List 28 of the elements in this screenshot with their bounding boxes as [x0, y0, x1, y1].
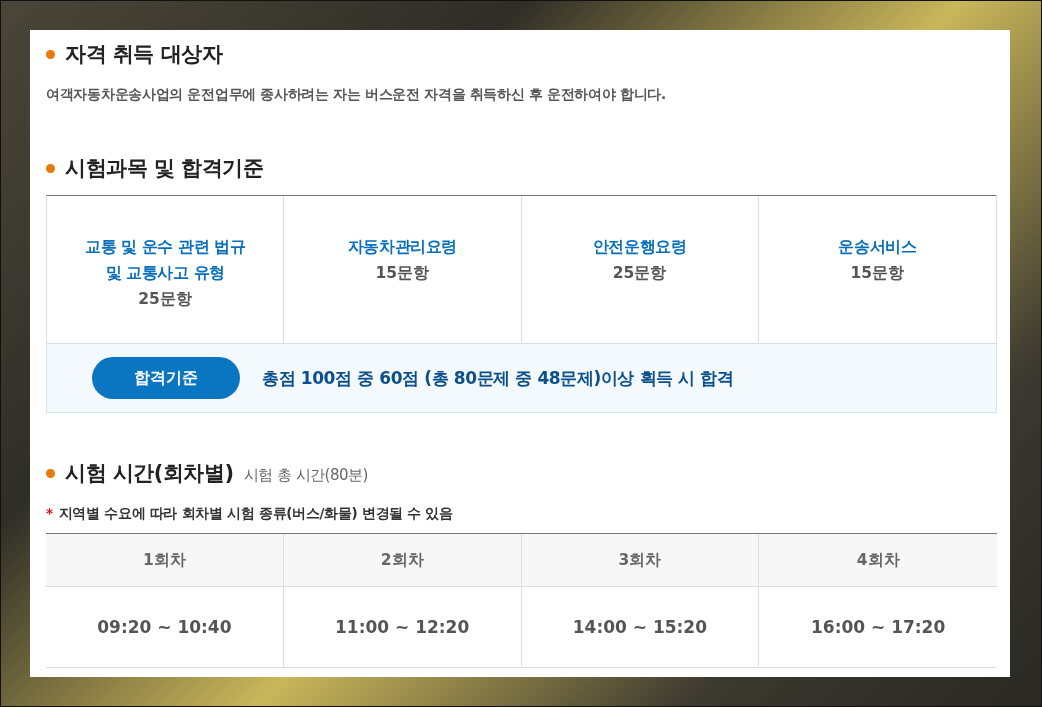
section-subtitle: 시험 총 시간(80분): [243, 466, 368, 485]
session-header: 4회차: [759, 534, 997, 587]
section-title: 자격 취득 대상자: [65, 41, 223, 68]
subject-name: 운송서비스: [838, 237, 917, 258]
question-count: 25문항: [612, 263, 667, 284]
pass-criteria-label: 합격기준: [92, 357, 240, 399]
bullet-icon: [46, 49, 55, 59]
section-title: 시험 시간(회차별): [65, 460, 234, 487]
bullet-icon: [46, 468, 55, 478]
section-title: 시험과목 및 합격기준: [65, 155, 264, 182]
asterisk-mark: *: [46, 505, 53, 523]
subject-name: 안전운행요령: [592, 237, 687, 258]
subject-name: 자동차관리요령: [347, 237, 457, 258]
session-time: 11:00 ~ 12:20: [283, 587, 522, 668]
session-header: 1회차: [46, 534, 284, 587]
description-text: 여객자동차운송사업의 운전업무에 종사하려는 자는 버스운전 자격을 취득하신 후 운전하여야 합니다.: [46, 86, 667, 104]
question-count: 15문항: [375, 263, 430, 284]
pass-criteria-text: 총점 100점 중 60점 (총 80문제 중 48문제)이상 획득 시 합격: [262, 366, 734, 390]
question-count: 25문항: [138, 289, 192, 310]
session-time: 16:00 ~ 17:20: [759, 587, 997, 668]
bullet-icon: [46, 163, 55, 173]
session-header: 2회차: [283, 534, 522, 587]
question-count: 15문항: [850, 263, 905, 284]
note-text: 지역별 수요에 따라 회차별 시험 종류(버스/화물) 변경될 수 있음: [58, 505, 453, 523]
session-time: 14:00 ~ 15:20: [521, 587, 760, 668]
session-time: 09:20 ~ 10:40: [46, 587, 284, 668]
subject-name: 교통 및 운수 관련 법규 및 교통사고 유형: [84, 237, 246, 284]
session-header: 3회차: [521, 534, 760, 587]
